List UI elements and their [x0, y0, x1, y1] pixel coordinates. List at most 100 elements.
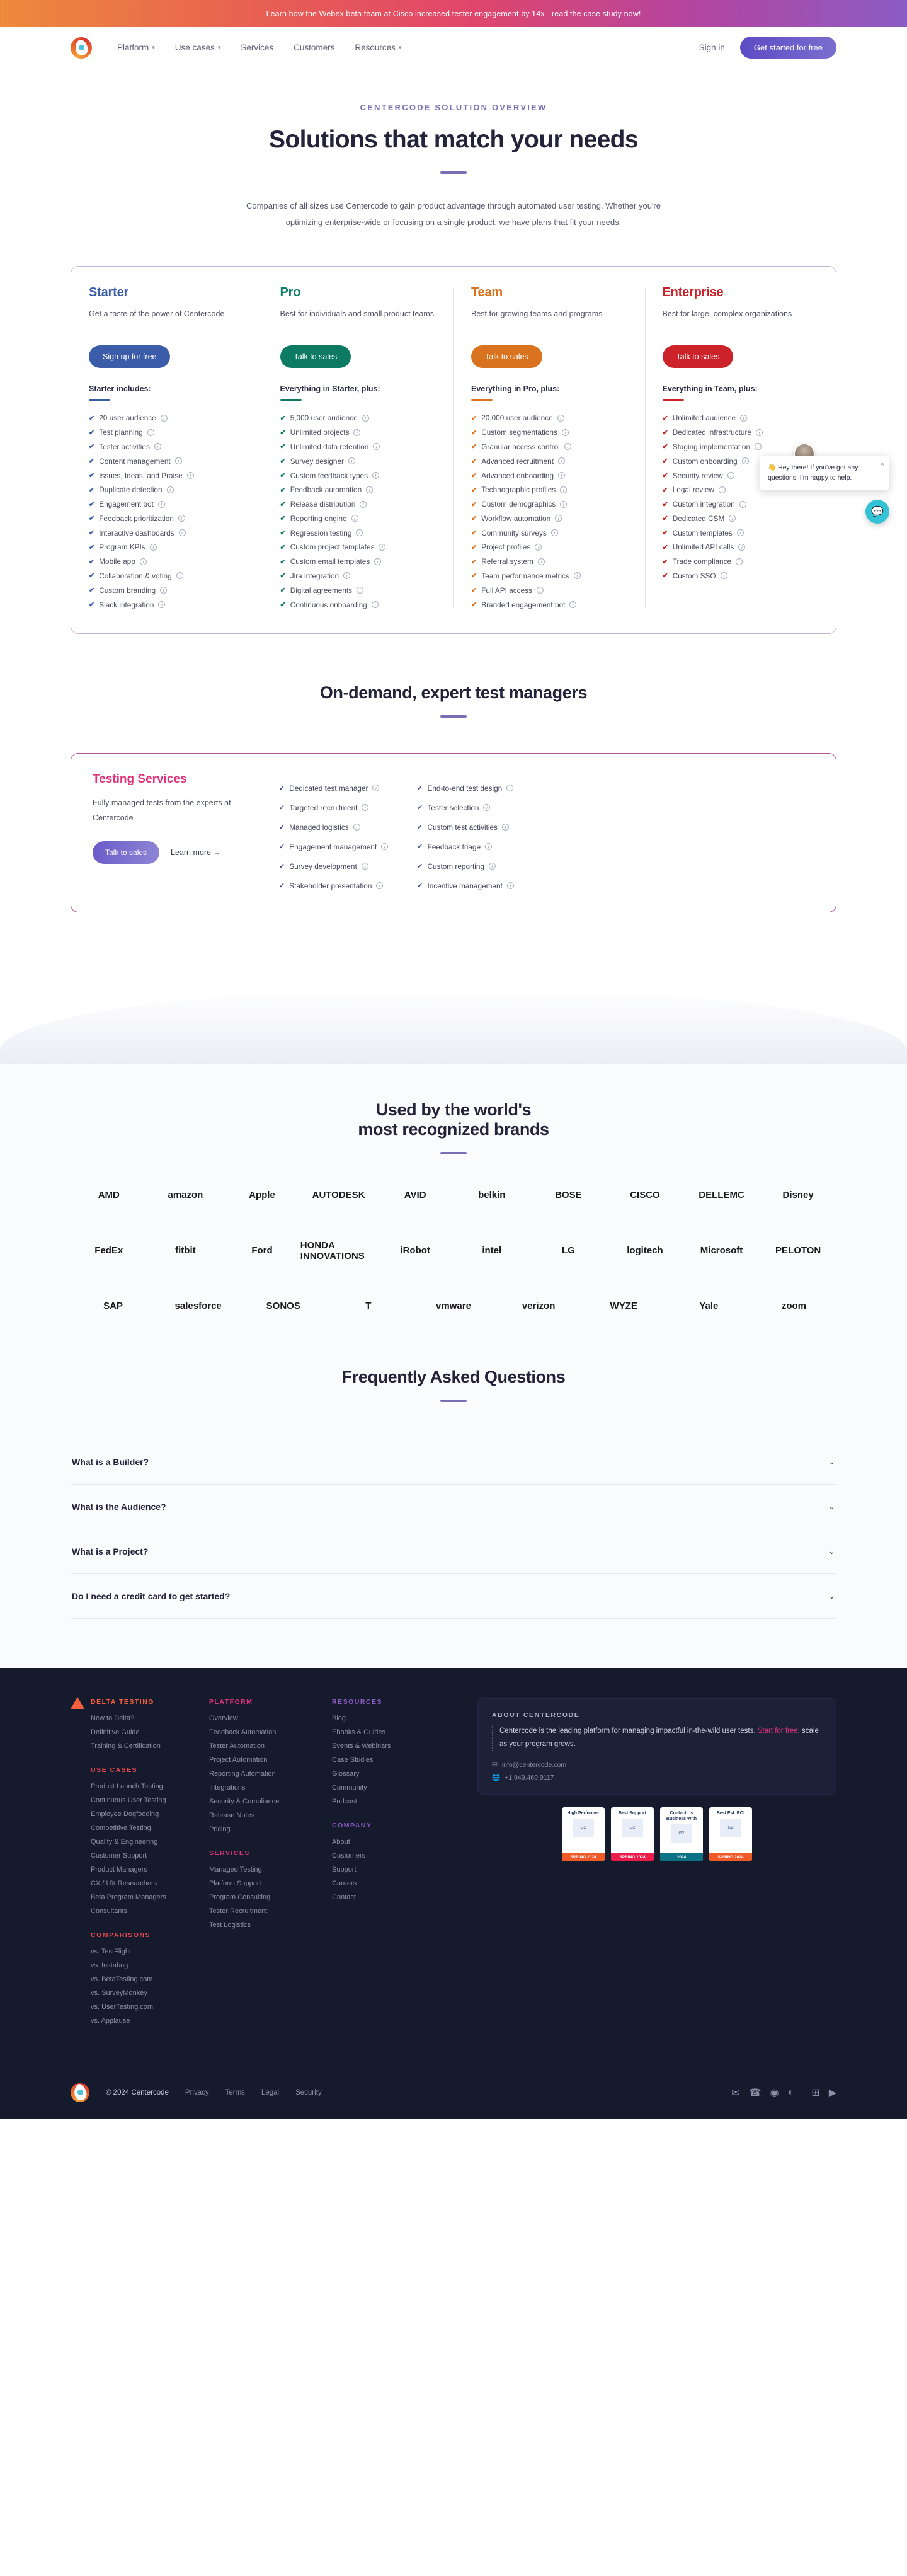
- chevron-down-icon[interactable]: ⌄: [828, 1591, 835, 1601]
- info-icon[interactable]: i: [376, 882, 383, 889]
- info-icon[interactable]: i: [535, 544, 542, 551]
- info-icon[interactable]: i: [755, 443, 762, 450]
- linkedin-icon[interactable]: ⊞: [811, 2086, 819, 2099]
- footer-link[interactable]: Careers: [332, 1880, 455, 1887]
- info-icon[interactable]: i: [507, 882, 514, 889]
- info-icon[interactable]: i: [366, 486, 373, 493]
- plan-cta-button[interactable]: Sign up for free: [89, 345, 170, 368]
- footer-link[interactable]: About: [332, 1838, 455, 1846]
- footer-link[interactable]: Support: [332, 1866, 455, 1873]
- footer-link[interactable]: Product Managers: [91, 1866, 209, 1873]
- info-icon[interactable]: i: [558, 472, 565, 479]
- info-icon[interactable]: i: [353, 824, 360, 831]
- info-icon[interactable]: i: [564, 443, 571, 450]
- info-icon[interactable]: i: [360, 501, 367, 508]
- info-icon[interactable]: i: [356, 529, 363, 536]
- sign-in-link[interactable]: Sign in: [699, 43, 725, 52]
- plan-cta-button[interactable]: Talk to sales: [280, 345, 351, 368]
- chevron-down-icon[interactable]: ⌄: [828, 1546, 835, 1556]
- faq-item[interactable]: What is a Project? ⌄: [71, 1529, 836, 1574]
- about-email-row[interactable]: ✉ info@centercode.com: [492, 1761, 822, 1769]
- info-icon[interactable]: i: [562, 429, 569, 436]
- footer-link[interactable]: Program Consulting: [209, 1894, 332, 1901]
- info-icon[interactable]: i: [538, 558, 545, 565]
- info-icon[interactable]: i: [353, 429, 360, 436]
- phone-icon[interactable]: ☎: [749, 2086, 762, 2099]
- info-icon[interactable]: i: [560, 486, 567, 493]
- footer-link[interactable]: Product Launch Testing: [91, 1783, 209, 1790]
- info-icon[interactable]: i: [736, 558, 743, 565]
- footer-link[interactable]: Pricing: [209, 1826, 332, 1833]
- footer-link[interactable]: Security & Compliance: [209, 1798, 332, 1805]
- footer-link[interactable]: Case Studies: [332, 1756, 455, 1764]
- info-icon[interactable]: i: [176, 572, 183, 579]
- info-icon[interactable]: i: [737, 529, 744, 536]
- footer-link-privacy[interactable]: Privacy: [185, 2089, 209, 2096]
- info-icon[interactable]: i: [557, 415, 564, 422]
- get-started-button[interactable]: Get started for free: [740, 37, 836, 59]
- nav-item-platform[interactable]: Platform ▾: [117, 43, 155, 52]
- close-icon[interactable]: ×: [881, 459, 884, 470]
- info-icon[interactable]: i: [372, 785, 379, 791]
- chat-launcher-button[interactable]: 💬: [865, 500, 889, 524]
- info-icon[interactable]: i: [742, 457, 749, 464]
- info-icon[interactable]: i: [372, 472, 379, 479]
- promo-banner-link[interactable]: Learn how the Webex beta team at Cisco i…: [266, 9, 641, 18]
- footer-link[interactable]: vs. BetaTesting.com: [91, 1975, 209, 1983]
- footer-link[interactable]: Tester Recruitment: [209, 1907, 332, 1915]
- nav-item-use-cases[interactable]: Use cases ▾: [175, 43, 221, 52]
- info-icon[interactable]: i: [379, 544, 385, 551]
- youtube-icon[interactable]: ▶: [829, 2086, 836, 2099]
- nav-item-customers[interactable]: Customers: [294, 43, 334, 52]
- footer-link[interactable]: Events & Webinars: [332, 1742, 455, 1750]
- footer-link[interactable]: vs. SurveyMonkey: [91, 1989, 209, 1997]
- info-icon[interactable]: i: [729, 515, 736, 522]
- info-icon[interactable]: i: [373, 443, 380, 450]
- info-icon[interactable]: i: [381, 843, 388, 850]
- info-icon[interactable]: i: [574, 572, 581, 579]
- footer-link-security[interactable]: Security: [295, 2089, 322, 2096]
- footer-link[interactable]: Beta Program Managers: [91, 1894, 209, 1901]
- info-icon[interactable]: i: [357, 587, 363, 594]
- info-icon[interactable]: i: [158, 501, 165, 508]
- info-icon[interactable]: i: [140, 558, 147, 565]
- footer-link[interactable]: Customers: [332, 1852, 455, 1860]
- info-icon[interactable]: i: [147, 429, 154, 436]
- footer-link[interactable]: Tester Automation: [209, 1742, 332, 1750]
- footer-link[interactable]: Customer Support: [91, 1852, 209, 1860]
- services-learn-more-link[interactable]: Learn more →: [171, 848, 221, 857]
- info-icon[interactable]: i: [721, 572, 727, 579]
- footer-link[interactable]: Managed Testing: [209, 1866, 332, 1873]
- footer-link[interactable]: Test Logistics: [209, 1921, 332, 1929]
- info-icon[interactable]: i: [719, 486, 726, 493]
- footer-link[interactable]: CX / UX Researchers: [91, 1880, 209, 1887]
- footer-link[interactable]: Platform Support: [209, 1880, 332, 1887]
- footer-link[interactable]: Project Automation: [209, 1756, 332, 1764]
- info-icon[interactable]: i: [489, 863, 496, 870]
- info-icon[interactable]: i: [569, 601, 576, 608]
- info-icon[interactable]: i: [537, 587, 544, 594]
- footer-link[interactable]: vs. Instabug: [91, 1962, 209, 1969]
- info-icon[interactable]: i: [362, 415, 369, 422]
- footer-link[interactable]: Glossary: [332, 1770, 455, 1778]
- info-icon[interactable]: i: [551, 529, 558, 536]
- footer-link-legal[interactable]: Legal: [261, 2089, 279, 2096]
- spotify-icon[interactable]: ◐: [788, 2087, 794, 2098]
- start-for-free-link[interactable]: Start for free: [758, 1727, 798, 1735]
- info-icon[interactable]: i: [502, 824, 509, 831]
- info-icon[interactable]: i: [351, 515, 358, 522]
- info-icon[interactable]: i: [362, 863, 368, 870]
- info-icon[interactable]: i: [161, 415, 168, 422]
- info-icon[interactable]: i: [178, 515, 185, 522]
- info-icon[interactable]: i: [738, 544, 745, 551]
- info-icon[interactable]: i: [560, 501, 567, 508]
- about-phone-row[interactable]: 🌐 +1.949.460.9117: [492, 1773, 822, 1781]
- centercode-logo-icon[interactable]: [71, 37, 92, 59]
- footer-link[interactable]: Integrations: [209, 1784, 332, 1791]
- faq-item[interactable]: What is the Audience? ⌄: [71, 1485, 836, 1529]
- info-icon[interactable]: i: [485, 843, 492, 850]
- faq-item[interactable]: What is a Builder? ⌄: [71, 1440, 836, 1485]
- footer-link[interactable]: Release Notes: [209, 1812, 332, 1819]
- faq-item[interactable]: Do I need a credit card to get started? ⌄: [71, 1574, 836, 1619]
- info-icon[interactable]: i: [372, 601, 379, 608]
